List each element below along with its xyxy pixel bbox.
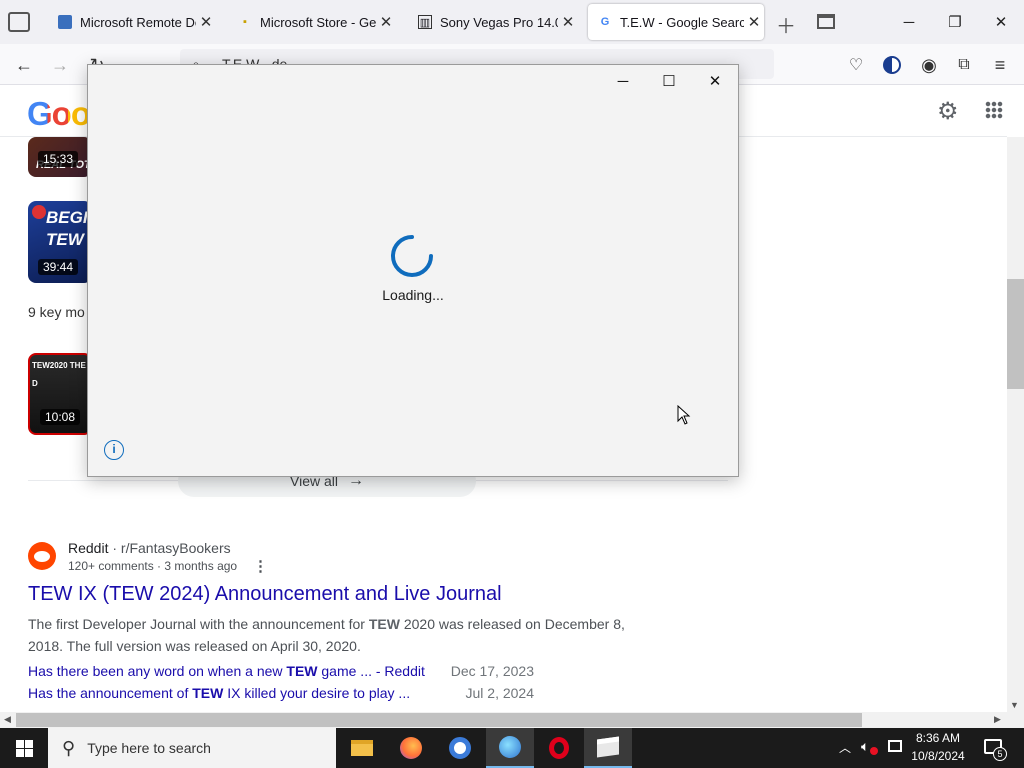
notification-count-badge: 5 — [993, 747, 1007, 761]
tab-label: Microsoft Remote Desk — [80, 14, 196, 30]
sitelink-text: game ... - Reddit — [317, 663, 425, 679]
key-moments-text[interactable]: 9 key mo — [28, 304, 85, 320]
volume-muted-icon[interactable]: 🔈︎ — [861, 738, 878, 755]
loading-text: Loading... — [382, 287, 444, 303]
thumbnail-overlay-text: BEGIN TEW — [46, 208, 92, 249]
reddit-logo-icon[interactable] — [28, 542, 56, 570]
tab-overview-icon[interactable] — [8, 12, 30, 32]
sitelink-date: Jul 2, 2024 — [465, 685, 535, 701]
scroll-left-arrow-icon[interactable]: ◀ — [4, 714, 11, 725]
result-snippet: The first Developer Journal with the ann… — [28, 613, 628, 657]
scrollbar-thumb[interactable] — [1007, 279, 1024, 389]
sitelink-keyword: TEW — [286, 663, 318, 679]
sitelink-text: IX killed your desire to play ... — [223, 685, 411, 701]
tab-tew-google-search[interactable]: G T.E.W - Google Search ✕ — [588, 4, 764, 40]
firefox-icon[interactable] — [387, 728, 435, 768]
youtube-badge-icon — [32, 205, 46, 219]
restore-window-button[interactable]: ❐ — [932, 6, 978, 38]
new-tab-icon[interactable]: ＋ — [776, 10, 796, 39]
info-icon[interactable]: i — [104, 440, 124, 460]
mouse-cursor-icon — [677, 405, 691, 425]
sitelink-text: Has the announcement of — [28, 685, 193, 701]
result-source-name[interactable]: Reddit — [68, 540, 108, 556]
file-explorer-icon[interactable] — [338, 728, 386, 768]
tab-label: Microsoft Store - Gener — [260, 14, 376, 30]
close-tab-icon[interactable]: ✕ — [376, 13, 396, 31]
opera-icon[interactable] — [535, 728, 583, 768]
store-app-icon[interactable] — [584, 728, 632, 768]
menu-icon[interactable]: ≡ — [987, 52, 1013, 78]
tab-sony-vegas[interactable]: ▥ Sony Vegas Pro 14.0 : M ✕ — [408, 4, 578, 40]
search-icon: ⚲ — [62, 737, 76, 758]
browser-tab-bar: Microsoft Remote Desk ✕ ▪ Microsoft Stor… — [0, 0, 1024, 44]
apps-grid-icon[interactable] — [985, 101, 1003, 119]
loading-spinner-icon — [391, 235, 433, 277]
network-icon[interactable] — [888, 740, 902, 752]
result-source-line: Reddit · r/FantasyBookers — [68, 540, 231, 556]
video-duration: 39:44 — [38, 259, 79, 275]
tab-remote-desktop[interactable]: Microsoft Remote Desk ✕ — [48, 4, 216, 40]
tab-label: Sony Vegas Pro 14.0 : M — [440, 14, 558, 30]
back-arrow-icon[interactable]: ← — [11, 52, 37, 78]
close-tab-icon[interactable]: ✕ — [558, 13, 578, 31]
scroll-right-arrow-icon[interactable]: ▶ — [994, 714, 1001, 725]
snippet-keyword: TEW — [368, 616, 400, 632]
tray-chevron-up-icon[interactable]: ︿ — [839, 739, 851, 756]
video-thumbnail[interactable]: BEGIN TEW 39:44 — [28, 201, 92, 283]
google-icon: G — [600, 16, 610, 28]
sitelink[interactable]: Has the announcement of TEW IX killed yo… — [28, 685, 410, 701]
taskbar-search-placeholder: Type here to search — [87, 740, 211, 756]
snippet-text: The first Developer Journal with the ann… — [28, 616, 369, 632]
tab-label: T.E.W - Google Search — [620, 14, 744, 30]
close-tab-icon[interactable]: ✕ — [744, 13, 764, 31]
vertical-scrollbar[interactable]: ▼ — [1007, 137, 1024, 712]
dialog-maximize-button[interactable]: ☐ — [646, 65, 692, 97]
dialog-minimize-button[interactable]: ─ — [600, 65, 646, 97]
archive-icon: ▥ — [418, 15, 432, 29]
thumbnail-overlay-text: TEW2020 THE D — [32, 361, 86, 388]
video-thumbnail[interactable]: TEW2020 THE D 10:08 — [28, 353, 92, 435]
windows-taskbar: ⚲ Type here to search ︿ 🔈︎ 8:36 AM 10/8/… — [0, 728, 1024, 768]
video-duration: 15:33 — [38, 151, 79, 167]
sitelink-text: Has there been any word on when a new — [28, 663, 287, 679]
taskbar-search-box[interactable]: ⚲ Type here to search — [48, 728, 336, 768]
sitelink[interactable]: Has there been any word on when a new TE… — [28, 663, 425, 679]
windows-start-icon[interactable] — [0, 728, 48, 768]
horizontal-scrollbar[interactable]: ◀ ▶ — [0, 712, 1024, 728]
sitelink-row: Has the announcement of TEW IX killed yo… — [28, 685, 534, 701]
taskbar-date[interactable]: 10/8/2024 — [910, 749, 966, 763]
result-more-options-icon[interactable]: ⋮ — [253, 557, 268, 575]
result-source-path: · r/FantasyBookers — [112, 540, 231, 556]
store-icon: ▪ — [243, 16, 247, 28]
dialog-close-button[interactable]: ✕ — [692, 65, 738, 97]
result-meta: 120+ comments · 3 months ago — [68, 559, 238, 573]
forward-arrow-icon[interactable]: → — [47, 52, 73, 78]
firefox-dev-icon[interactable] — [486, 728, 534, 768]
video-thumbnail[interactable]: REAL TOT 15:33 — [28, 137, 92, 177]
scrollbar-thumb[interactable] — [16, 713, 862, 727]
sitelink-date: Dec 17, 2023 — [450, 663, 534, 679]
video-duration: 10:08 — [40, 409, 81, 425]
close-tab-icon[interactable]: ✕ — [196, 13, 216, 31]
loading-dialog-window: ─ ☐ ✕ Loading... i — [87, 64, 739, 477]
scroll-down-arrow-icon[interactable]: ▼ — [1010, 700, 1019, 710]
close-window-button[interactable]: ✕ — [978, 6, 1024, 38]
tab-list-icon[interactable] — [817, 14, 835, 29]
remote-desktop-icon — [58, 15, 72, 29]
result-title-link[interactable]: TEW IX (TEW 2024) Announcement and Live … — [28, 583, 502, 606]
account-icon[interactable]: ◉ — [916, 52, 942, 78]
sitelink-keyword: TEW — [192, 685, 224, 701]
chrome-icon[interactable] — [436, 728, 484, 768]
pocket-icon[interactable]: ♡ — [843, 52, 869, 78]
tab-microsoft-store[interactable]: ▪ Microsoft Store - Gener ✕ — [228, 4, 396, 40]
extensions-icon[interactable]: ⧉ — [951, 52, 977, 78]
taskbar-time[interactable]: 8:36 AM — [910, 731, 966, 745]
minimize-window-button[interactable]: ─ — [886, 6, 932, 38]
sitelink-row: Has there been any word on when a new TE… — [28, 663, 534, 679]
extension-contrast-icon[interactable] — [879, 52, 905, 78]
settings-gear-icon[interactable]: ⚙ — [937, 97, 959, 126]
